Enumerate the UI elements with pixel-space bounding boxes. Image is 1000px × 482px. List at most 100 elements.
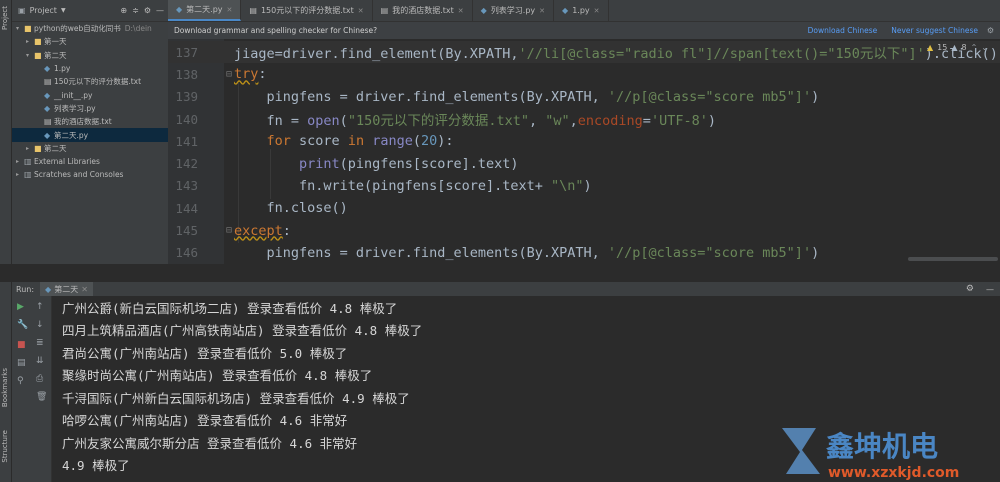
minimize-icon[interactable]: — bbox=[156, 6, 164, 15]
editor-tab[interactable]: ◆ 第二天.py ✕ bbox=[168, 0, 242, 21]
arrow-up-icon[interactable]: ↑ bbox=[36, 302, 44, 312]
editor-tab[interactable]: ▤ 150元以下的评分数据.txt ✕ bbox=[241, 0, 373, 21]
console-line: 千浔国际(广州新白云国际机场店) 登录查看低价 4.9 棒极了 bbox=[62, 390, 410, 406]
structure-tool-button[interactable]: Structure bbox=[1, 430, 11, 463]
code-token: pingfens = driver.find_elements(By.XPATH… bbox=[234, 88, 608, 105]
never-suggest-link[interactable]: Never suggest Chinese bbox=[891, 26, 978, 35]
chevron-right-icon[interactable]: ▸ bbox=[26, 38, 34, 45]
tree-item[interactable]: ▸ ■ 第一天 bbox=[12, 35, 168, 48]
tree-item[interactable]: ▸ ▥ External Libraries bbox=[12, 155, 168, 168]
fold-marker-icon[interactable]: ⊟ bbox=[226, 69, 232, 80]
tree-item[interactable]: ▤ 150元以下的评分数据.txt bbox=[12, 75, 168, 88]
inspection-widget[interactable]: ▲ 15 ▲ 8 ⌃ ⌄ bbox=[927, 43, 988, 52]
tree-item[interactable]: ▾ ■ python的web自动化同书 D:\dein bbox=[12, 22, 168, 35]
chevron-up-icon[interactable]: ⌃ bbox=[971, 43, 978, 52]
code-token: , bbox=[528, 113, 546, 130]
code-line[interactable]: 143 fn.write(pingfens[score].text+ "\n") bbox=[168, 175, 1000, 197]
code-line[interactable]: 142 print(pingfens[score].text) bbox=[168, 153, 1000, 175]
code-line[interactable]: 141 for score in range(20): bbox=[168, 130, 1000, 152]
tree-item[interactable]: ◆ 列表学习.py bbox=[12, 102, 168, 115]
chevron-down-icon[interactable]: ⌄ bbox=[981, 43, 988, 52]
notification-text: Download grammar and spelling checker fo… bbox=[174, 26, 378, 35]
tree-item[interactable]: ▸ ■ 第二天 bbox=[12, 142, 168, 155]
chevron-down-icon[interactable]: ▾ bbox=[26, 52, 34, 59]
layout-icon[interactable]: ▤ bbox=[17, 358, 26, 368]
code-token: ( bbox=[412, 133, 421, 150]
chevron-right-icon[interactable]: ▸ bbox=[26, 145, 34, 152]
python-file-icon: ◆ bbox=[44, 64, 51, 74]
run-label: Run: bbox=[16, 284, 35, 294]
code-line[interactable]: 139 pingfens = driver.find_elements(By.X… bbox=[168, 86, 1000, 108]
soft-wrap-icon[interactable]: ≣ bbox=[36, 338, 44, 348]
trash-icon[interactable]: 🗑 bbox=[36, 392, 47, 402]
download-chinese-link[interactable]: Download Chinese bbox=[808, 26, 878, 35]
chevron-right-icon[interactable]: ▸ bbox=[16, 158, 24, 165]
python-file-icon: ◆ bbox=[562, 6, 569, 15]
close-icon[interactable]: ✕ bbox=[358, 7, 364, 15]
editor-tab[interactable]: ◆ 列表学习.py ✕ bbox=[473, 0, 555, 21]
code-token: open bbox=[307, 113, 340, 130]
tree-item-label: 列表学习.py bbox=[54, 103, 96, 113]
close-icon[interactable]: ✕ bbox=[458, 7, 464, 15]
editor-tab[interactable]: ▤ 我的酒店数据.txt ✕ bbox=[373, 0, 473, 21]
project-panel-title[interactable]: Project bbox=[30, 6, 57, 15]
chevron-down-icon[interactable]: ▼ bbox=[61, 7, 66, 14]
rerun-icon[interactable]: ▶ bbox=[17, 302, 24, 312]
arrow-down-icon[interactable]: ↓ bbox=[36, 320, 44, 330]
code-line[interactable]: 145 ⊟ except: bbox=[168, 219, 1000, 241]
python-file-icon: ◆ bbox=[44, 130, 51, 140]
text-file-icon: ▤ bbox=[380, 6, 389, 15]
tree-item[interactable]: ▤ 我的酒店数据.txt bbox=[12, 115, 168, 128]
tree-item[interactable]: ◆ __init__.py bbox=[12, 88, 168, 101]
pin-icon[interactable]: ⚲ bbox=[17, 376, 24, 386]
tree-item[interactable]: ▸ ▥ Scratches and Consoles bbox=[12, 168, 168, 181]
line-number: 143 bbox=[175, 178, 198, 194]
code-editor[interactable]: 137 jiage=driver.find_element(By.XPATH,'/… bbox=[168, 39, 1000, 264]
close-icon[interactable]: ✕ bbox=[594, 7, 600, 15]
line-number: 140 bbox=[175, 111, 198, 127]
close-icon[interactable]: ✕ bbox=[227, 6, 233, 14]
gear-icon[interactable]: ⚙ bbox=[966, 284, 974, 294]
chevron-down-icon[interactable]: ▾ bbox=[16, 25, 24, 32]
tree-item-label: 我的酒店数据.txt bbox=[54, 117, 112, 127]
console-line: 广州公爵(新白云国际机场二店) 登录查看低价 4.8 棒极了 bbox=[62, 300, 398, 316]
close-icon[interactable]: ✕ bbox=[81, 285, 88, 294]
locate-icon[interactable]: ⊕ bbox=[120, 6, 127, 15]
code-line[interactable]: 140 fn = open("150元以下的评分数据.txt", "w",enc… bbox=[168, 108, 1000, 130]
warning-count: 15 bbox=[937, 43, 948, 52]
bookmarks-tool-button[interactable]: Bookmarks bbox=[1, 368, 11, 407]
project-view-icon: ▣ bbox=[18, 6, 26, 15]
fold-marker-icon[interactable]: ⊟ bbox=[226, 225, 232, 236]
code-token: : bbox=[282, 222, 291, 239]
wrench-icon[interactable]: 🔧 bbox=[17, 320, 28, 330]
chevron-right-icon[interactable]: ▸ bbox=[16, 171, 24, 178]
tree-item[interactable]: ▾ ■ 第二天 bbox=[12, 49, 168, 62]
run-config-tab[interactable]: ◆ 第二天 ✕ bbox=[40, 282, 93, 296]
close-icon[interactable]: ✕ bbox=[539, 7, 545, 15]
scroll-to-end-icon[interactable]: ⇊ bbox=[36, 356, 44, 366]
horizontal-scrollbar[interactable] bbox=[908, 257, 998, 261]
gear-icon[interactable]: ⚙ bbox=[987, 26, 994, 35]
print-icon[interactable]: ⎙ bbox=[36, 374, 43, 384]
gear-icon[interactable]: ⚙ bbox=[144, 6, 151, 15]
collapse-all-icon[interactable]: ≑ bbox=[132, 6, 139, 15]
code-token: , bbox=[569, 113, 578, 130]
code-line[interactable]: 138 ⊟ try: bbox=[168, 63, 1000, 85]
minimize-icon[interactable]: — bbox=[986, 285, 994, 294]
code-line[interactable]: 144 fn.close() bbox=[168, 197, 1000, 219]
code-line[interactable]: 146 pingfens = driver.find_elements(By.X… bbox=[168, 242, 1000, 264]
watermark-url: www.xzxkjd.com bbox=[828, 465, 959, 481]
code-token: try bbox=[234, 66, 259, 83]
editor-tab-bar: ◆ 第二天.py ✕ ▤ 150元以下的评分数据.txt ✕ ▤ 我的酒店数据.txt ✕ ◆ 列表… bbox=[168, 0, 1000, 22]
tree-item-label: 第二天.py bbox=[54, 130, 89, 140]
panel-divider[interactable] bbox=[0, 264, 1000, 282]
code-line[interactable]: 137 jiage=driver.find_element(By.XPATH,'/… bbox=[168, 41, 1000, 64]
tree-item[interactable]: ◆ 1.py bbox=[12, 62, 168, 75]
editor-tab-label: 第二天.py bbox=[186, 5, 223, 14]
stop-icon[interactable]: ■ bbox=[17, 340, 26, 350]
code-token: = bbox=[642, 113, 651, 130]
editor-tab[interactable]: ◆ 1.py ✕ bbox=[554, 0, 609, 21]
tree-item-label: __init__.py bbox=[54, 90, 93, 100]
tree-item[interactable]: ◆ 第二天.py bbox=[12, 128, 168, 142]
project-tool-button[interactable]: Project bbox=[1, 6, 11, 30]
